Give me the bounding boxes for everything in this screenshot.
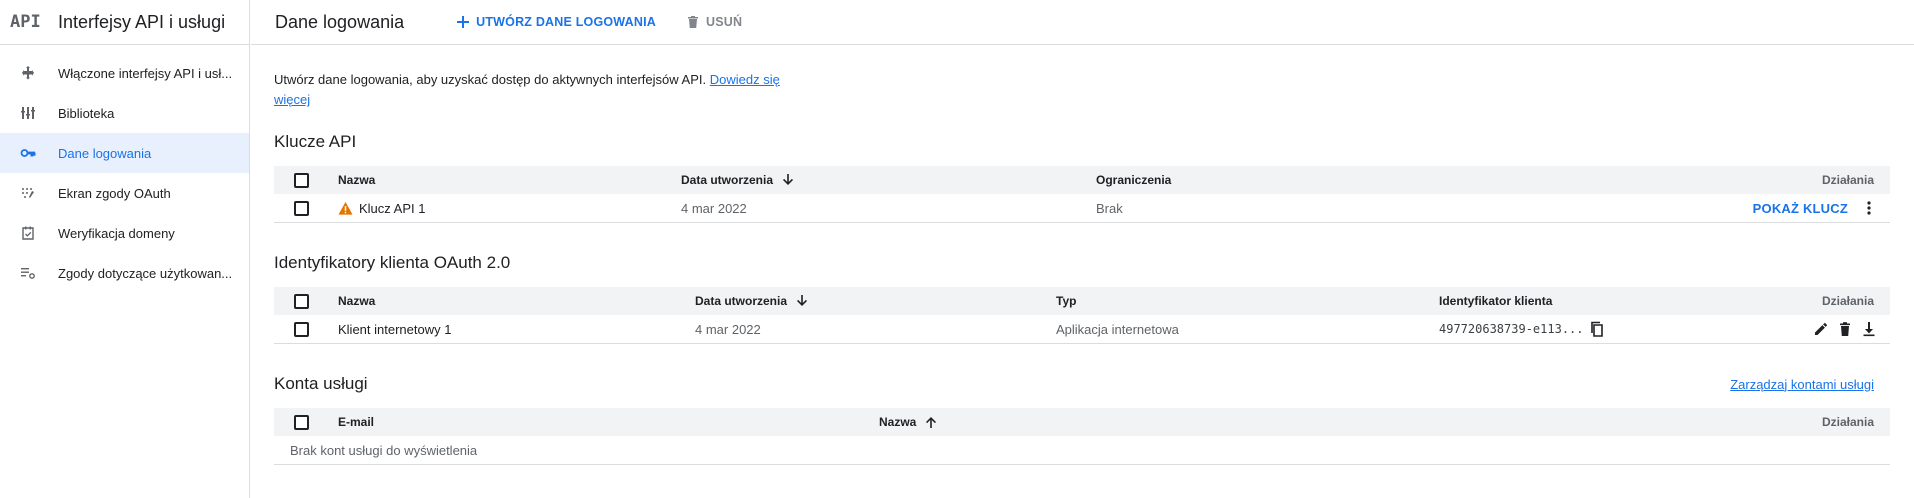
sidebar-item-credentials[interactable]: Dane logowania	[0, 133, 249, 173]
select-all-checkbox[interactable]	[294, 293, 309, 309]
show-key-button[interactable]: POKAŻ KLUCZ	[1753, 201, 1848, 216]
sidebar-item-domain-verification[interactable]: Weryfikacja domeny	[0, 213, 249, 253]
api-logo: API	[10, 12, 41, 32]
app-title: Interfejsy API i usługi	[58, 11, 226, 32]
column-restrictions: Ograniczenia	[1096, 173, 1172, 187]
table-row: Klient internetowy 1 4 mar 2022 Aplikacj…	[274, 315, 1890, 344]
column-name[interactable]: Nazwa	[338, 173, 375, 187]
column-created[interactable]: Data utworzenia	[681, 173, 795, 187]
select-all-checkbox[interactable]	[294, 172, 309, 188]
create-credentials-button[interactable]: UTWÓRZ DANE LOGOWANIA	[456, 15, 656, 29]
oauth-dots-icon	[18, 183, 38, 203]
oauth-section: Identyfikatory klienta OAuth 2.0 Nazwa D…	[274, 253, 1890, 344]
manage-service-accounts-link[interactable]: Zarządzaj kontami usługi	[1730, 377, 1874, 392]
warning-icon	[338, 201, 353, 215]
oauth-table: Nazwa Data utworzenia Typ Identyfikator …	[274, 287, 1890, 344]
api-key-restrictions: Brak	[1096, 200, 1123, 216]
sidebar-item-oauth-consent[interactable]: Ekran zgody OAuth	[0, 173, 249, 213]
row-checkbox[interactable]	[294, 321, 309, 337]
sidebar-item-label: Włączone interfejsy API i usł...	[58, 65, 233, 81]
oauth-client-id: 497720638739-e113...	[1439, 322, 1584, 336]
delete-button[interactable]: USUŃ	[686, 15, 742, 29]
column-type[interactable]: Typ	[1056, 294, 1076, 308]
api-keys-table: Nazwa Data utworzenia Ograniczenia Dział…	[274, 166, 1890, 223]
oauth-client-type: Aplikacja internetowa	[1056, 321, 1179, 337]
brand-header: API Interfejsy API i usługi	[0, 0, 249, 45]
sidebar-item-page-usage-agreements[interactable]: Zgody dotyczące użytkowan...	[0, 253, 249, 293]
table-header: Nazwa Data utworzenia Ograniczenia Dział…	[274, 166, 1890, 194]
table-header: E-mail Nazwa Działania	[274, 408, 1890, 436]
edit-icon[interactable]	[1812, 320, 1830, 338]
sidebar-nav: Włączone interfejsy API i usł... Bibliot…	[0, 45, 249, 293]
key-icon	[18, 143, 38, 163]
plus-icon	[457, 16, 470, 28]
column-actions: Działania	[1821, 173, 1874, 187]
service-accounts-section: Konta usługi Zarządzaj kontami usługi E-…	[274, 374, 1890, 465]
calendar-check-icon	[18, 223, 38, 243]
main-content: Utwórz dane logowania, aby uzyskać dostę…	[274, 46, 1890, 465]
empty-row: Brak kont usługi do wyświetlenia	[274, 436, 1890, 465]
service-accounts-table: E-mail Nazwa Działania Brak kont usługi …	[274, 408, 1890, 465]
column-name[interactable]: Nazwa	[338, 294, 375, 308]
create-credentials-label: UTWÓRZ DANE LOGOWANIA	[476, 15, 656, 29]
column-created-label: Data utworzenia	[695, 294, 788, 308]
arrow-up-icon	[926, 417, 937, 428]
page-title: Dane logowania	[275, 11, 405, 32]
more-vert-icon[interactable]	[1860, 199, 1878, 217]
select-all-checkbox[interactable]	[294, 414, 309, 430]
column-name-label: Nazwa	[879, 415, 917, 429]
sidebar-item-label: Weryfikacja domeny	[58, 225, 175, 241]
api-keys-section: Klucze API Nazwa Data utworzenia Ogranic…	[274, 132, 1890, 223]
delete-icon[interactable]	[1836, 320, 1854, 338]
sidebar-item-label: Zgody dotyczące użytkowan...	[58, 265, 233, 281]
intro-description: Utwórz dane logowania, aby uzyskać dostę…	[274, 72, 707, 87]
sidebar-item-library[interactable]: Biblioteka	[0, 93, 249, 133]
intro-text: Utwórz dane logowania, aby uzyskać dostę…	[274, 70, 794, 110]
sidebar-item-label: Biblioteka	[58, 105, 115, 121]
column-name[interactable]: Nazwa	[879, 415, 938, 429]
oauth-title: Identyfikatory klienta OAuth 2.0	[274, 253, 511, 272]
oauth-client-name[interactable]: Klient internetowy 1	[338, 322, 451, 337]
column-created[interactable]: Data utworzenia	[695, 294, 809, 308]
page-toolbar: Dane logowania UTWÓRZ DANE LOGOWANIA USU…	[251, 0, 1914, 45]
column-client-id: Identyfikator klienta	[1439, 294, 1553, 308]
sidebar-item-label: Ekran zgody OAuth	[58, 185, 171, 201]
row-checkbox[interactable]	[294, 200, 309, 216]
empty-message: Brak kont usługi do wyświetlenia	[290, 442, 478, 458]
api-keys-title: Klucze API	[274, 132, 357, 151]
table-row: Klucz API 1 4 mar 2022 Brak POKAŻ KLUCZ	[274, 194, 1890, 223]
download-icon[interactable]	[1860, 320, 1878, 338]
column-actions: Działania	[1821, 415, 1874, 429]
api-key-name[interactable]: Klucz API 1	[359, 201, 425, 216]
move-icon	[18, 63, 38, 83]
sidebar: API Interfejsy API i usługi Włączone int…	[0, 0, 250, 498]
arrow-down-icon	[797, 295, 808, 306]
library-icon	[18, 103, 38, 123]
column-actions: Działania	[1821, 294, 1874, 308]
table-header: Nazwa Data utworzenia Typ Identyfikator …	[274, 287, 1890, 315]
oauth-client-created: 4 mar 2022	[695, 321, 761, 337]
column-email[interactable]: E-mail	[338, 415, 374, 429]
api-key-created: 4 mar 2022	[681, 200, 747, 216]
column-created-label: Data utworzenia	[681, 173, 774, 187]
trash-icon	[687, 16, 698, 28]
service-accounts-title: Konta usługi	[274, 374, 368, 393]
arrow-down-icon	[783, 174, 794, 185]
delete-label: USUŃ	[705, 15, 743, 29]
sidebar-item-label: Dane logowania	[58, 145, 152, 161]
copy-icon[interactable]	[1588, 320, 1606, 338]
sidebar-item-enabled-apis[interactable]: Włączone interfejsy API i usł...	[0, 53, 249, 93]
list-settings-icon	[18, 263, 38, 283]
